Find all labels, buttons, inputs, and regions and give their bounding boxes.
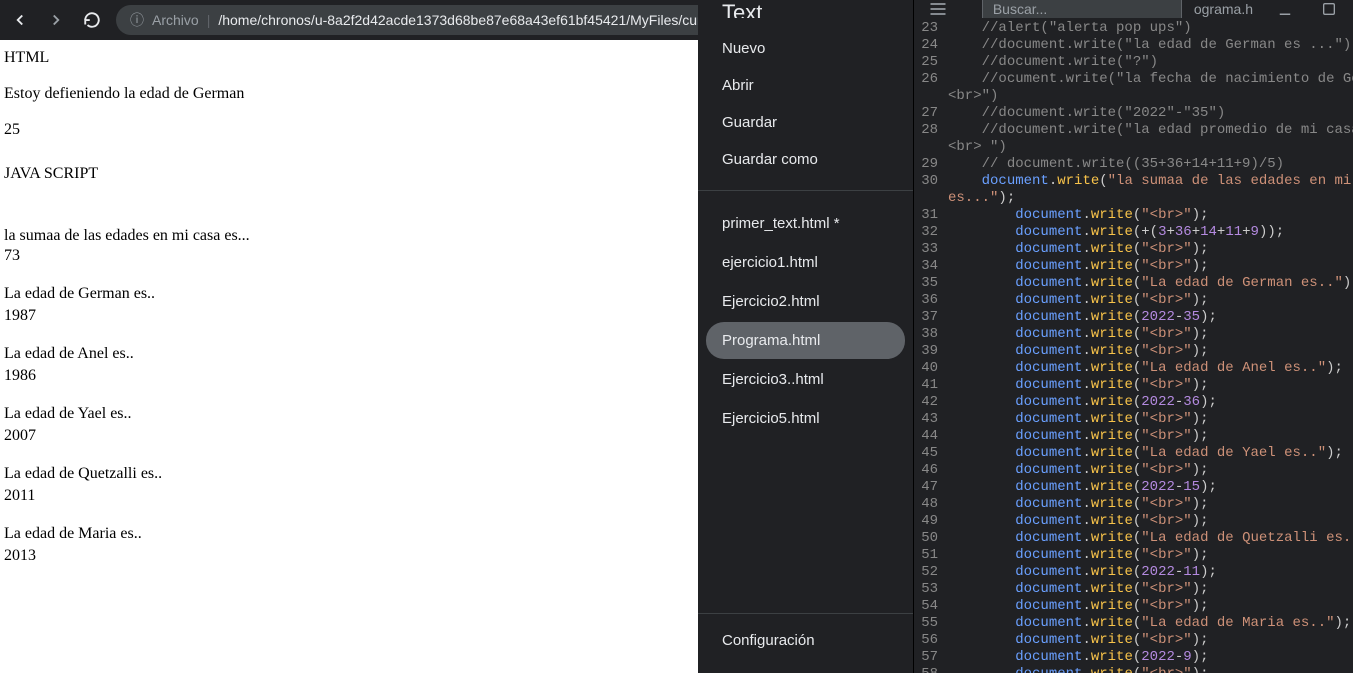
code-line: <br>") xyxy=(914,88,1353,105)
code-line: 50 document.write("La edad de Quetzalli … xyxy=(914,530,1353,547)
file-ejercicio5[interactable]: Ejercicio5.html xyxy=(706,400,905,437)
code-line: 41 document.write("<br>"); xyxy=(914,377,1353,394)
code-line: 27 //document.write("2022"-"35") xyxy=(914,105,1353,122)
code-line: 53 document.write("<br>"); xyxy=(914,581,1353,598)
code-line: 37 document.write(2022-35); xyxy=(914,309,1353,326)
addr-label: Archivo xyxy=(152,12,199,28)
code-line: 30 document.write("la sumaa de las edade… xyxy=(914,173,1353,190)
editor-area: Buscar... ograma.h 23 //alert("alerta po… xyxy=(914,0,1353,673)
code-line: 52 document.write(2022-11); xyxy=(914,564,1353,581)
code-line: 51 document.write("<br>"); xyxy=(914,547,1353,564)
menu-save[interactable]: Guardar xyxy=(698,104,913,141)
search-input[interactable]: Buscar... xyxy=(982,0,1182,18)
file-programa[interactable]: Programa.html xyxy=(706,322,905,359)
sidebar: Text Nuevo Abrir Guardar Guardar como pr… xyxy=(698,0,914,673)
code-line: 43 document.write("<br>"); xyxy=(914,411,1353,428)
code-line: 25 //document.write("?") xyxy=(914,54,1353,71)
code-line: 23 //alert("alerta pop ups") xyxy=(914,20,1353,37)
code-line: 54 document.write("<br>"); xyxy=(914,598,1353,615)
code-line: 56 document.write("<br>"); xyxy=(914,632,1353,649)
code-line: 55 document.write("La edad de Maria es..… xyxy=(914,615,1353,632)
reload-button[interactable] xyxy=(80,8,104,32)
addr-path: /home/chronos/u-8a2f2d42acde1373d68be87e… xyxy=(218,12,701,28)
code-line: 35 document.write("La edad de German es.… xyxy=(914,275,1353,292)
editor-toolbar: Buscar... ograma.h xyxy=(914,0,1353,18)
forward-button[interactable] xyxy=(44,8,68,32)
file-ejercicio3[interactable]: Ejercicio3..html xyxy=(706,361,905,398)
code-line: 38 document.write("<br>"); xyxy=(914,326,1353,343)
code-line: 29 // document.write((35+36+14+11+9)/5) xyxy=(914,156,1353,173)
code-line: 31 document.write("<br>"); xyxy=(914,207,1353,224)
info-icon: ⓘ xyxy=(130,10,144,30)
file-menu: Nuevo Abrir Guardar Guardar como xyxy=(698,18,913,190)
code-line: 36 document.write("<br>"); xyxy=(914,292,1353,309)
code-line: 57 document.write(2022-9); xyxy=(914,649,1353,666)
code-line: 42 document.write(2022-36); xyxy=(914,394,1353,411)
app-title: Text xyxy=(698,0,913,18)
file-ejercicio2[interactable]: Ejercicio2.html xyxy=(706,283,905,320)
code-line: 24 //document.write("la edad de German e… xyxy=(914,37,1353,54)
filename-fragment: ograma.h xyxy=(1194,1,1253,17)
code-line: 33 document.write("<br>"); xyxy=(914,241,1353,258)
code-line: 44 document.write("<br>"); xyxy=(914,428,1353,445)
minimize-icon[interactable] xyxy=(1273,0,1297,18)
maximize-icon[interactable] xyxy=(1317,0,1341,18)
code-line: 46 document.write("<br>"); xyxy=(914,462,1353,479)
code-line: 39 document.write("<br>"); xyxy=(914,343,1353,360)
code-line: 26 //ocument.write("la fecha de nacimien… xyxy=(914,71,1353,88)
menu-save-as[interactable]: Guardar como xyxy=(698,141,913,178)
search-placeholder: Buscar... xyxy=(993,1,1047,17)
code-line: 45 document.write("La edad de Yael es.."… xyxy=(914,445,1353,462)
code-line: 32 document.write(+(3+36+14+11+9)); xyxy=(914,224,1353,241)
file-list: primer_text.html * ejercicio1.html Ejerc… xyxy=(698,191,913,613)
menu-new[interactable]: Nuevo xyxy=(698,30,913,67)
code-line: 49 document.write("<br>"); xyxy=(914,513,1353,530)
file-primer-text[interactable]: primer_text.html * xyxy=(706,205,905,242)
menu-settings[interactable]: Configuración xyxy=(698,622,913,659)
hamburger-icon[interactable] xyxy=(926,0,950,18)
menu-open[interactable]: Abrir xyxy=(698,67,913,104)
code-line: 48 document.write("<br>"); xyxy=(914,496,1353,513)
text-editor-app: Text Nuevo Abrir Guardar Guardar como pr… xyxy=(698,0,1353,673)
code-line: 34 document.write("<br>"); xyxy=(914,258,1353,275)
sidebar-bottom: Configuración xyxy=(698,613,913,673)
code-line: es..."); xyxy=(914,190,1353,207)
code-line: 58 document.write("<br>"); xyxy=(914,666,1353,673)
code-line: <br> ") xyxy=(914,139,1353,156)
addr-divider: | xyxy=(207,12,211,28)
back-button[interactable] xyxy=(8,8,32,32)
code-line: 40 document.write("La edad de Anel es.."… xyxy=(914,360,1353,377)
code-line: 28 //document.write("la edad promedio de… xyxy=(914,122,1353,139)
file-ejercicio1[interactable]: ejercicio1.html xyxy=(706,244,905,281)
code-editor[interactable]: 23 //alert("alerta pop ups")24 //documen… xyxy=(914,18,1353,673)
code-line: 47 document.write(2022-15); xyxy=(914,479,1353,496)
